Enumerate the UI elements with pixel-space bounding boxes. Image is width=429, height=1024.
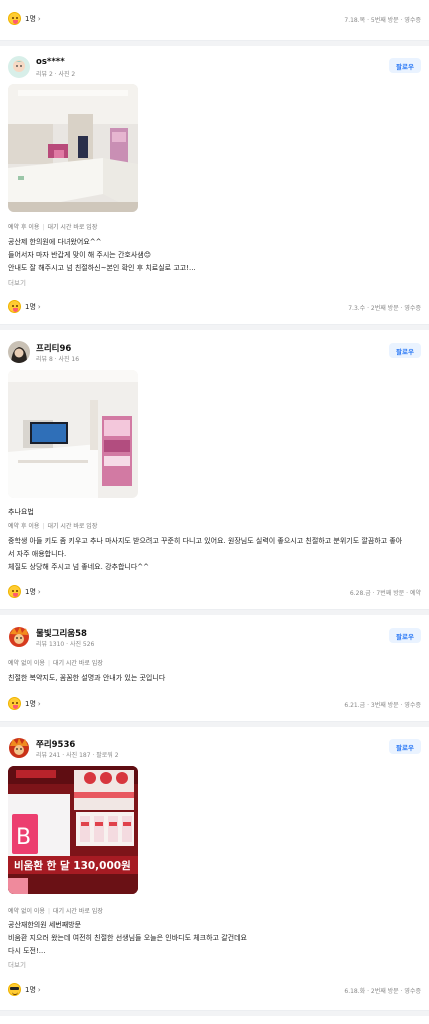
review-photo[interactable] bbox=[8, 370, 138, 498]
review-item: 프리티96 리뷰 8 · 사진 16 팔로우 bbox=[0, 341, 429, 367]
user-name[interactable]: os**** bbox=[36, 57, 65, 67]
smile-heart-emoji-icon bbox=[8, 300, 21, 313]
review-footer: 1명 › 6.21.금 · 3번째 방문 · 영수증 bbox=[0, 697, 429, 719]
user-name[interactable]: 쭈리9536 bbox=[36, 738, 75, 750]
review-text[interactable]: 친절한 복약지도, 꼼꼼한 설명과 안내가 있는 곳입니다 bbox=[8, 672, 423, 685]
visit-meta: 7.3.수 · 2번째 방문 · 영수증 bbox=[348, 305, 421, 312]
review-item: os**** 리뷰 2 · 사진 2 팔로우 bbox=[0, 56, 429, 82]
follow-button[interactable]: 팔로우 bbox=[389, 628, 421, 643]
review-footer: 1명 › 6.28.금 · 7번째 방문 · 예약 bbox=[0, 585, 429, 607]
visit-meta: 7.18.목 · 5번째 방문 · 영수증 bbox=[344, 17, 421, 24]
user-stats: 리뷰 241 · 사진 187 · 팔로워 2 bbox=[36, 752, 119, 759]
reaction-count: 1명 bbox=[25, 302, 36, 311]
review-item: 물빛그리움58 리뷰 1310 · 사진 526 팔로우 bbox=[0, 626, 429, 652]
reaction-count: 1명 bbox=[25, 587, 36, 596]
visit-meta: 6.28.금 · 7번째 방문 · 예약 bbox=[349, 590, 421, 597]
review-item: 쭈리9536 리뷰 241 · 사진 187 · 팔로워 2 팔로우 bbox=[0, 737, 429, 763]
photo-price-text: 비움환 한 달 130,000원 bbox=[14, 859, 131, 872]
reaction-button[interactable]: 1명 › bbox=[8, 12, 41, 25]
review-footer: 1명 › 7.3.수 · 2번째 방문 · 영수증 bbox=[0, 300, 429, 322]
smile-heart-emoji-icon bbox=[8, 12, 21, 25]
reaction-button[interactable]: 1명 › bbox=[8, 300, 41, 313]
user-stats: 리뷰 2 · 사진 2 bbox=[36, 71, 76, 78]
reaction-count: 1명 bbox=[25, 14, 36, 23]
user-name[interactable]: 프리티96 bbox=[36, 342, 71, 354]
smile-heart-emoji-icon bbox=[8, 585, 21, 598]
visit-tags: 예약 없이 이용 | 대기 시간 바로 입장 bbox=[8, 908, 103, 915]
avatar[interactable] bbox=[8, 341, 30, 363]
follow-button[interactable]: 팔로우 bbox=[389, 343, 421, 358]
review-text[interactable]: 공산제 한의원에 다녀왔어요^^ 들어서자 마자 반갑게 맞이 해 주시는 간호… bbox=[8, 236, 423, 275]
follow-button[interactable]: 팔로우 bbox=[389, 58, 421, 73]
more-link[interactable]: 더보기 bbox=[8, 277, 26, 287]
review-text[interactable]: 공산재한의원 세번째방문 비움환 지으러 왔는데 여전히 친절한 선생님들 오늘… bbox=[8, 919, 423, 958]
chevron-right-icon: › bbox=[37, 587, 41, 596]
chevron-right-icon: › bbox=[37, 14, 41, 23]
visit-tags: 예약 후 이용 | 대기 시간 바로 입장 bbox=[8, 224, 98, 231]
user-name[interactable]: 물빛그리움58 bbox=[36, 627, 87, 639]
review-footer: 1명 › 7.18.목 · 5번째 방문 · 영수증 bbox=[0, 12, 429, 34]
reaction-count: 1명 bbox=[25, 985, 36, 994]
visit-meta: 6.21.금 · 3번째 방문 · 영수증 bbox=[344, 702, 421, 709]
divider bbox=[0, 721, 429, 727]
avatar[interactable] bbox=[8, 737, 30, 759]
review-topic: 추나요법 bbox=[8, 508, 34, 516]
divider bbox=[0, 609, 429, 615]
divider bbox=[0, 324, 429, 330]
reaction-count: 1명 bbox=[25, 699, 36, 708]
reaction-button[interactable]: 1명 › bbox=[8, 585, 41, 598]
visit-tags: 예약 없이 이용 | 대기 시간 바로 입장 bbox=[8, 660, 103, 667]
visit-meta: 6.18.화 · 2번째 방문 · 영수증 bbox=[344, 988, 421, 995]
photo-brand-letter: B bbox=[16, 825, 31, 850]
review-footer: 1명 › 6.18.화 · 2번째 방문 · 영수증 bbox=[0, 983, 429, 1005]
avatar[interactable] bbox=[8, 56, 30, 78]
user-stats: 리뷰 1310 · 사진 526 bbox=[36, 641, 95, 648]
visit-tags: 예약 후 이용 | 대기 시간 바로 입장 bbox=[8, 523, 98, 530]
divider bbox=[0, 1010, 429, 1016]
user-stats: 리뷰 8 · 사진 16 bbox=[36, 356, 80, 363]
avatar[interactable] bbox=[8, 626, 30, 648]
chevron-right-icon: › bbox=[37, 699, 41, 708]
reaction-button[interactable]: 1명 › bbox=[8, 983, 41, 996]
chevron-right-icon: › bbox=[37, 985, 41, 994]
chevron-right-icon: › bbox=[37, 302, 41, 311]
review-photo[interactable]: B 비움환 한 달 130,000원 bbox=[8, 766, 138, 894]
reaction-button[interactable]: 1명 › bbox=[8, 697, 41, 710]
review-photo[interactable] bbox=[8, 84, 138, 212]
divider bbox=[0, 40, 429, 46]
sunglasses-emoji-icon bbox=[8, 983, 21, 996]
review-feed: 1명 › 7.18.목 · 5번째 방문 · 영수증 os**** 리뷰 2 ·… bbox=[0, 0, 429, 1024]
follow-button[interactable]: 팔로우 bbox=[389, 739, 421, 754]
more-link[interactable]: 더보기 bbox=[8, 959, 26, 969]
smile-heart-emoji-icon bbox=[8, 697, 21, 710]
review-text[interactable]: 중학생 아들 키도 좀 키우고 추나 마사지도 받으려고 꾸준히 다니고 있어요… bbox=[8, 535, 423, 574]
